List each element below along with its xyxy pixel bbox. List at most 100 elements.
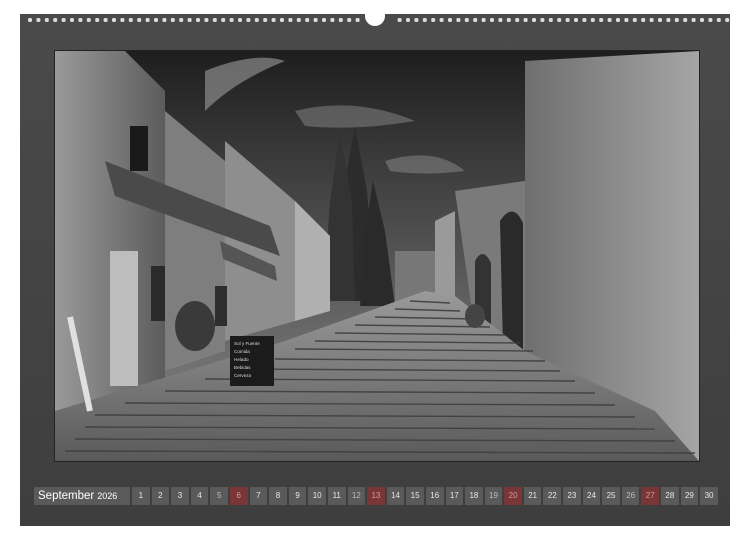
day-cell: 20 xyxy=(504,487,522,505)
day-cell: 15 xyxy=(406,487,424,505)
day-cell: 7 xyxy=(249,487,268,505)
day-cell: 6 xyxy=(229,487,248,505)
spiral-loop xyxy=(616,18,620,22)
spiral-loop xyxy=(456,18,461,22)
spiral-loop xyxy=(414,18,419,22)
spiral-loop xyxy=(716,18,721,22)
spiral-loop xyxy=(490,18,494,22)
spiral-loop xyxy=(422,18,427,22)
spiral-loop xyxy=(86,18,91,22)
chalkboard-line: Helado xyxy=(234,357,249,362)
spiral-loop xyxy=(632,18,637,22)
spiral-loop xyxy=(506,18,511,22)
spiral-loop xyxy=(548,18,553,22)
day-cell: 25 xyxy=(602,487,620,505)
spiral-loop xyxy=(624,18,629,22)
spiral-loop xyxy=(313,18,318,22)
day-cells: 1 2 3 4 5 6 7 8 9 10 11 12 13 14 15 16 17 18 19 20 21 22 23 24 2… xyxy=(132,487,718,505)
spiral-loop xyxy=(557,18,562,22)
spiral-loop xyxy=(145,18,150,22)
spiral-loop xyxy=(179,18,184,22)
day-cell: 27 xyxy=(641,487,660,505)
spiral-loop xyxy=(574,18,578,22)
spiral-loop xyxy=(532,18,536,22)
spiral-loop xyxy=(641,18,646,22)
month-name: September xyxy=(38,490,95,502)
spiral-loop xyxy=(498,18,503,22)
day-cell: 22 xyxy=(543,487,562,505)
spiral-loop xyxy=(221,18,226,22)
spiral-loop xyxy=(708,18,713,22)
day-cell: 12 xyxy=(347,487,366,505)
spiral-loop xyxy=(44,18,49,22)
day-cell: 26 xyxy=(621,487,640,505)
spiral-loop xyxy=(691,18,696,22)
spiral-loop xyxy=(296,18,301,22)
spiral-loop xyxy=(238,18,242,22)
spiral-loop xyxy=(36,18,41,22)
spiral-loop xyxy=(187,18,192,22)
photo-street-steps: Sol y Fuente Comida Helado Bebidas Cerve… xyxy=(54,50,700,462)
spiral-loop xyxy=(464,18,469,22)
spiral-loop xyxy=(439,18,444,22)
calendar-strip: September 2026 1 2 3 4 5 6 7 8 9 10 11 12 13 14 15 16 17 1… xyxy=(34,487,718,509)
spiral-loop xyxy=(154,18,158,22)
day-cell: 8 xyxy=(269,487,287,505)
spiral-loop xyxy=(280,18,284,22)
spiral-loop xyxy=(28,18,32,22)
chalkboard-line: Cerveza xyxy=(234,373,252,378)
day-cell: 13 xyxy=(367,487,385,505)
year-label: 2026 xyxy=(97,491,118,501)
spiral-loop xyxy=(406,18,410,22)
spiral-loop xyxy=(204,18,209,22)
spiral-loop xyxy=(61,18,66,22)
spiral-loop xyxy=(288,18,293,22)
spiral-loop xyxy=(95,18,100,22)
spiral-loop xyxy=(431,18,436,22)
spiral-loop xyxy=(674,18,679,22)
day-cell: 1 xyxy=(132,487,150,505)
day-cell: 18 xyxy=(465,487,483,505)
spiral-loop xyxy=(170,18,175,22)
spiral-loop xyxy=(254,18,259,22)
spiral-loop xyxy=(322,18,326,22)
day-cell: 29 xyxy=(680,487,699,505)
spiral-loop xyxy=(229,18,234,22)
day-cell: 3 xyxy=(171,487,189,505)
spiral-loop xyxy=(112,18,116,22)
spiral-loop xyxy=(397,18,402,22)
calendar-page: Sol y Fuente Comida Helado Bebidas Cerve… xyxy=(20,14,730,526)
spiral-loop xyxy=(162,18,167,22)
day-cell: 2 xyxy=(151,487,170,505)
spiral-loop xyxy=(666,18,671,22)
spiral-loop xyxy=(120,18,125,22)
day-cell: 23 xyxy=(563,487,581,505)
spiral-loop xyxy=(523,18,528,22)
spiral-loop xyxy=(540,18,545,22)
month-label: September 2026 xyxy=(34,487,130,505)
spiral-loop xyxy=(481,18,486,22)
spiral-loop xyxy=(137,18,142,22)
spiral-loop xyxy=(599,18,604,22)
spiral-loop xyxy=(347,18,352,22)
spiral-loop xyxy=(355,18,360,22)
spiral-loop xyxy=(700,18,704,22)
day-cell: 30 xyxy=(700,487,718,505)
spiral-loop xyxy=(683,18,688,22)
day-cell: 14 xyxy=(386,487,405,505)
day-cell: 5 xyxy=(210,487,228,505)
spiral-loop xyxy=(590,18,595,22)
spiral-loop xyxy=(607,18,612,22)
spiral-loop xyxy=(658,18,662,22)
chalkboard-line: Bebidas xyxy=(234,365,251,370)
spiral-loop xyxy=(649,18,654,22)
spiral-loop xyxy=(78,18,83,22)
day-cell: 10 xyxy=(308,487,326,505)
spiral-loop xyxy=(582,18,587,22)
spiral-loop xyxy=(103,18,108,22)
day-cell: 21 xyxy=(523,487,542,505)
spiral-loop xyxy=(53,18,58,22)
day-cell: 4 xyxy=(190,487,209,505)
spiral-loop xyxy=(448,18,452,22)
day-cell: 24 xyxy=(582,487,601,505)
